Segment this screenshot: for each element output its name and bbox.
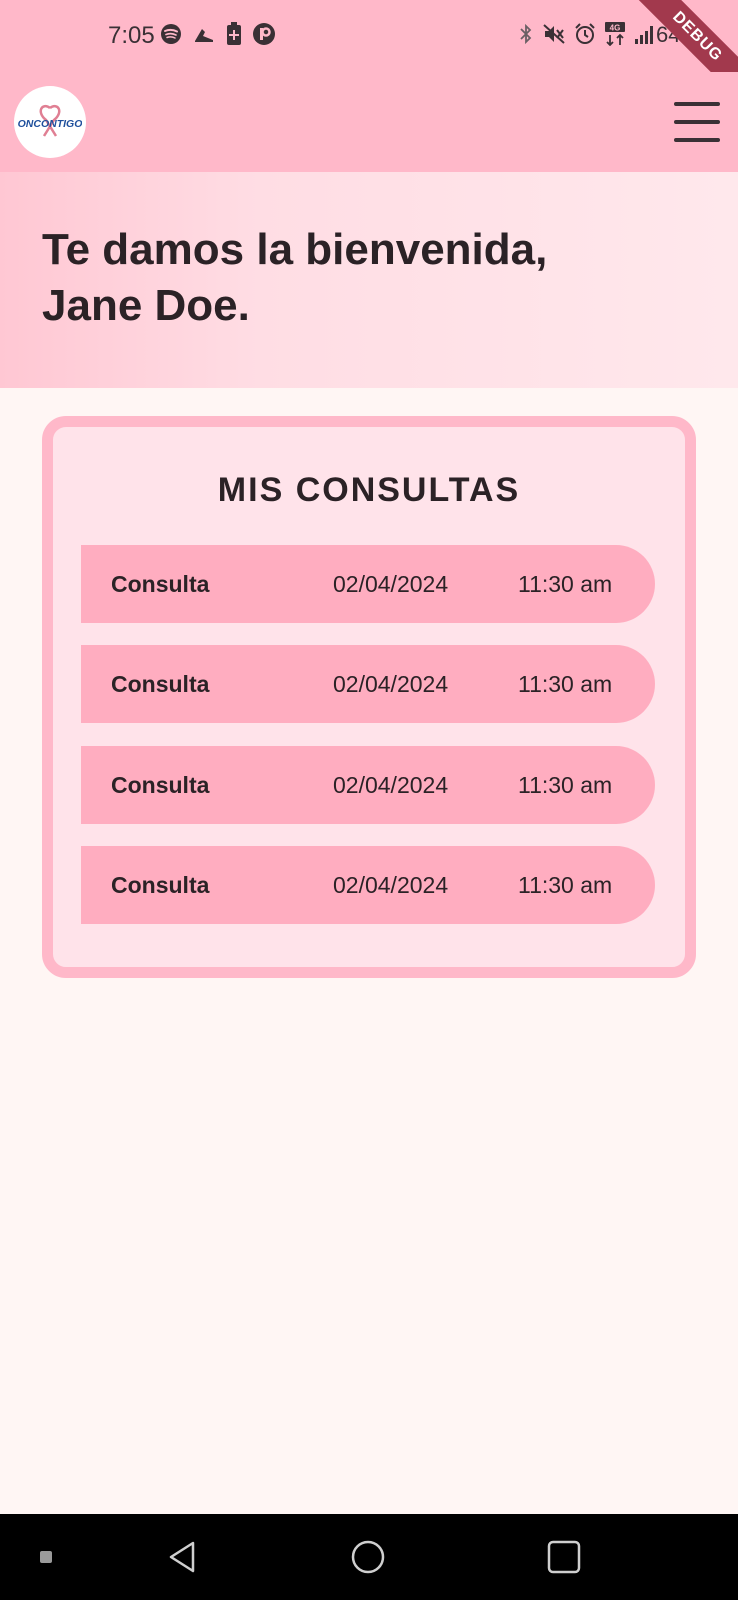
consultas-card: MIS CONSULTAS Consulta 02/04/2024 11:30 … [42,416,696,978]
menu-bar-bottom [674,138,720,142]
hamburger-menu-button[interactable] [674,102,720,142]
status-left-icons [160,22,276,51]
svg-text:4G: 4G [610,24,621,33]
consultas-title: MIS CONSULTAS [217,471,521,509]
app-logo[interactable]: ONCONTIGO [14,86,86,158]
consulta-row[interactable]: Consulta 02/04/2024 11:30 am [81,846,655,924]
menu-bar-middle [674,120,720,124]
logo-ribbon-icon: ONCONTIGO [18,104,82,137]
status-right-icons: 4G [518,22,656,51]
consulta-label: Consulta [111,671,210,697]
overview-icon[interactable] [532,1514,596,1600]
status-time: 7:05 [108,22,155,49]
recents-dot-icon [30,1514,62,1600]
consulta-date: 02/04/2024 [333,772,449,798]
welcome-line-1: Te damos la bienvenida, [42,225,548,274]
bluetooth-icon [518,23,534,50]
consulta-time: 11:30 am [518,872,613,898]
battery-saver-icon [226,22,242,51]
status-bar: 7:05 4G DEBUG [0,0,738,108]
consulta-date: 02/04/2024 [333,872,449,898]
consulta-label: Consulta [111,571,210,597]
consulta-label: Consulta [111,772,210,798]
consulta-row[interactable]: Consulta 02/04/2024 11:30 am [81,645,655,723]
data-4g-icon: 4G [604,22,626,51]
mute-icon [542,23,566,50]
back-icon[interactable] [150,1514,214,1600]
alarm-icon [574,23,596,50]
consulta-time: 11:30 am [518,671,613,697]
home-icon[interactable] [336,1514,400,1600]
welcome-user-name: Jane Doe. [42,281,250,330]
logo-text: ONCONTIGO [18,118,82,130]
shoe-icon [192,23,216,50]
system-nav-bar [0,1514,738,1600]
consulta-time: 11:30 am [518,571,613,597]
consulta-row[interactable]: Consulta 02/04/2024 11:30 am [81,545,655,623]
consulta-row[interactable]: Consulta 02/04/2024 11:30 am [81,746,655,824]
consulta-label: Consulta [111,872,210,898]
app-bar: ONCONTIGO [0,72,738,172]
welcome-banner: Te damos la bienvenida, Jane Doe. [0,172,738,388]
signal-icon [634,23,656,50]
app-icon [252,22,276,51]
consulta-date: 02/04/2024 [333,571,449,597]
consulta-date: 02/04/2024 [333,671,449,697]
menu-bar-top [674,102,720,106]
spotify-icon [160,23,182,50]
welcome-title: Te damos la bienvenida, Jane Doe. [42,222,602,334]
consulta-time: 11:30 am [518,772,613,798]
